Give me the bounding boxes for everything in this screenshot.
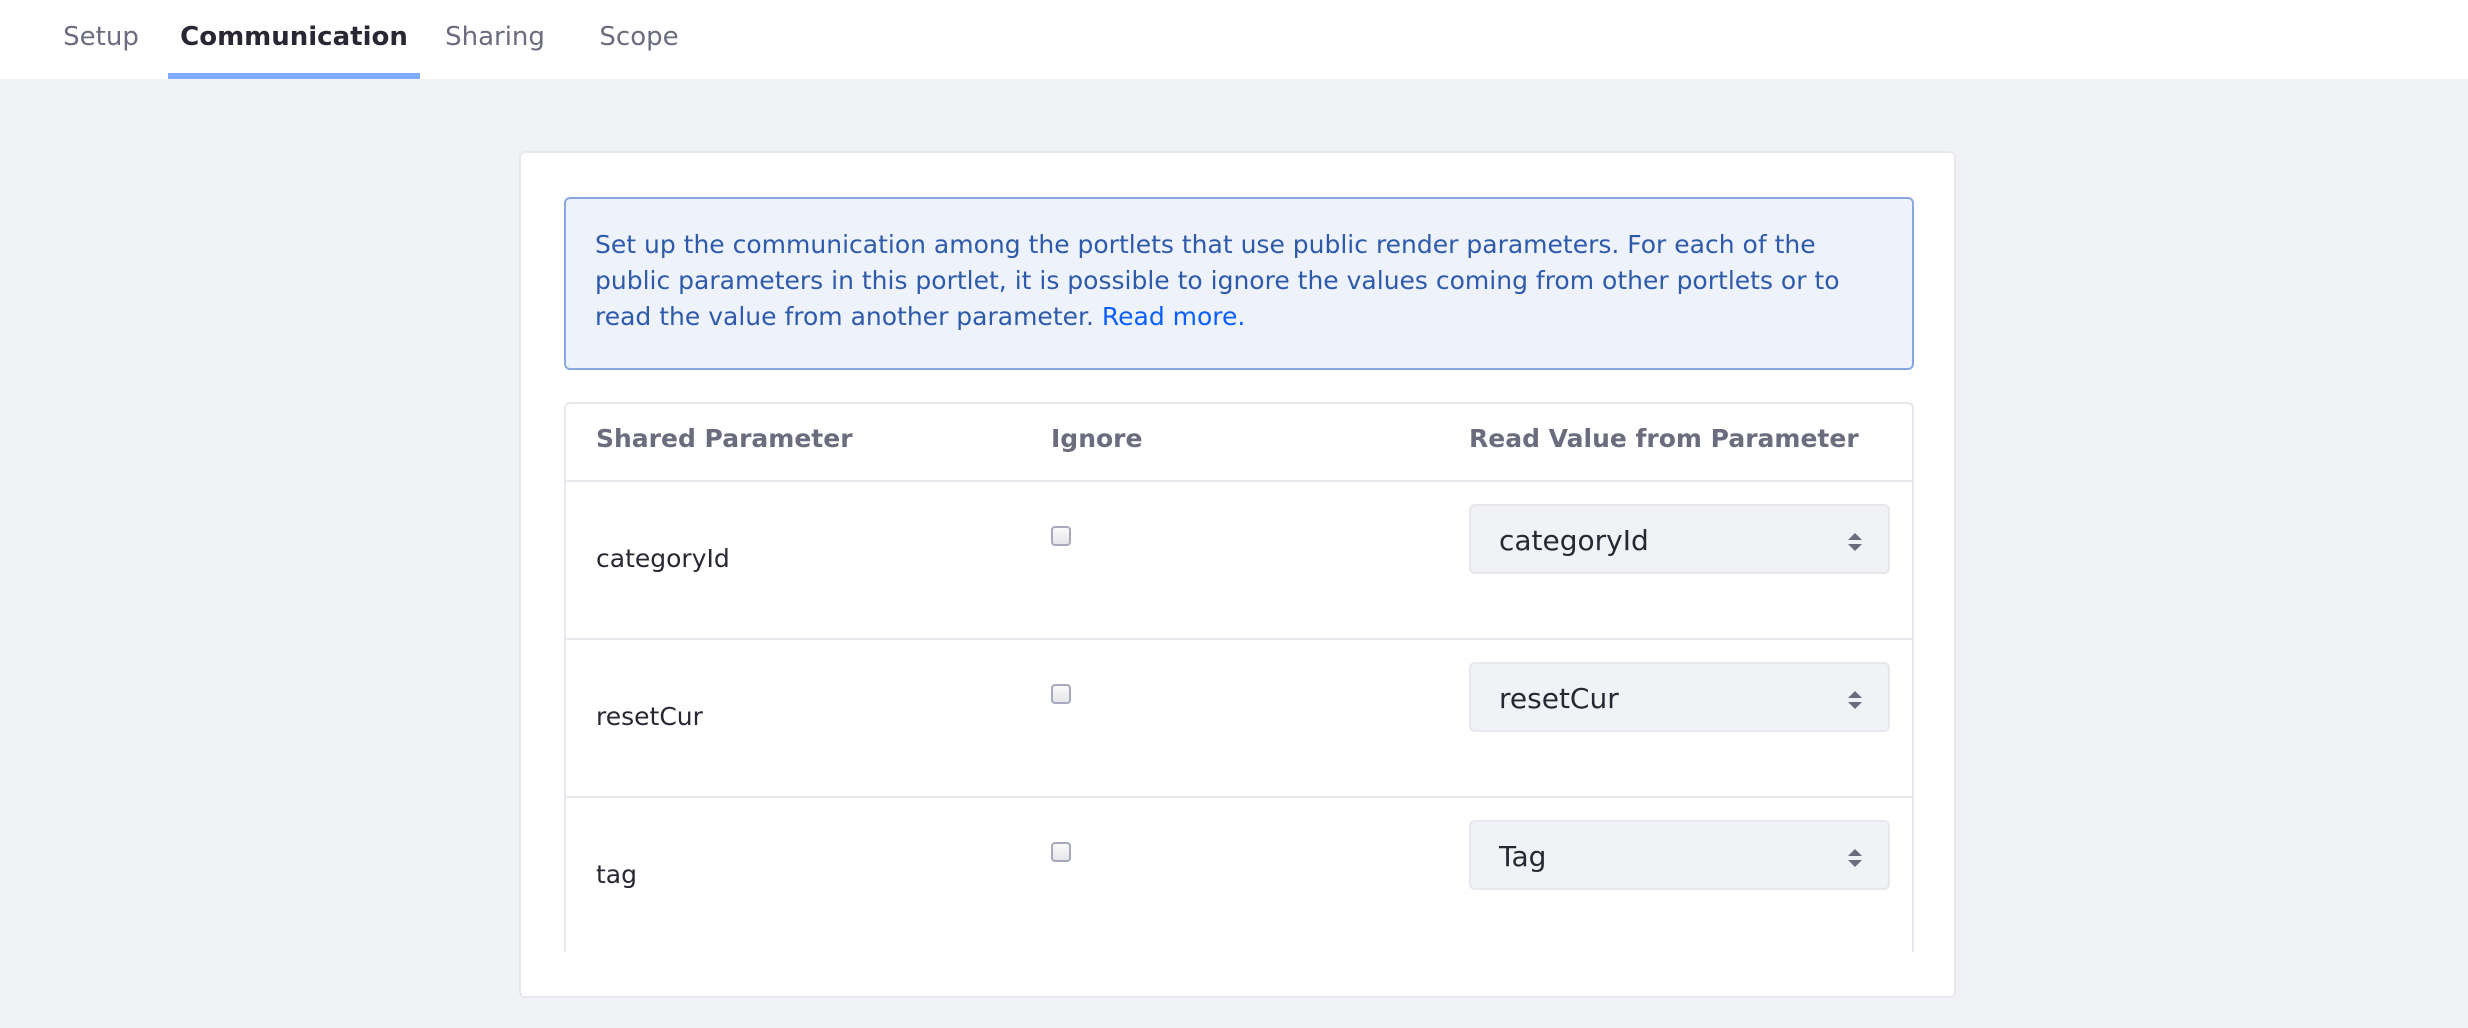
read-value-select[interactable]: categoryId	[1469, 504, 1890, 574]
active-tab-indicator	[168, 73, 420, 79]
table-row: tag Tag	[566, 798, 1912, 952]
read-value-select[interactable]: resetCur	[1469, 662, 1890, 732]
tab-setup[interactable]: Setup	[40, 0, 162, 79]
info-alert: Set up the communication among the portl…	[564, 197, 1914, 370]
communication-panel: Set up the communication among the portl…	[519, 151, 1956, 998]
select-value: categoryId	[1499, 524, 1649, 557]
read-value-select[interactable]: Tag	[1469, 820, 1890, 890]
table-row: categoryId categoryId	[566, 482, 1912, 640]
header-ignore: Ignore	[1051, 424, 1143, 453]
chevron-up-down-icon	[1848, 533, 1862, 551]
chevron-up-down-icon	[1848, 849, 1862, 867]
read-more-link[interactable]: Read more.	[1102, 302, 1245, 331]
header-shared-parameter: Shared Parameter	[596, 424, 853, 453]
param-name: tag	[596, 860, 637, 889]
tab-scope[interactable]: Scope	[578, 0, 700, 79]
ignore-checkbox[interactable]	[1051, 842, 1071, 862]
param-name: resetCur	[596, 702, 703, 731]
parameters-table: Shared Parameter Ignore Read Value from …	[564, 402, 1914, 952]
ignore-checkbox[interactable]	[1051, 684, 1071, 704]
ignore-checkbox[interactable]	[1051, 526, 1071, 546]
chevron-up-down-icon	[1848, 691, 1862, 709]
tab-sharing[interactable]: Sharing	[424, 0, 566, 79]
tab-bar: Setup Communication Sharing Scope	[0, 0, 2468, 79]
table-row: resetCur resetCur	[566, 640, 1912, 798]
select-value: Tag	[1499, 840, 1547, 873]
param-name: categoryId	[596, 544, 730, 573]
tab-communication[interactable]: Communication	[168, 0, 420, 79]
header-read-value: Read Value from Parameter	[1469, 424, 1859, 453]
select-value: resetCur	[1499, 682, 1619, 715]
